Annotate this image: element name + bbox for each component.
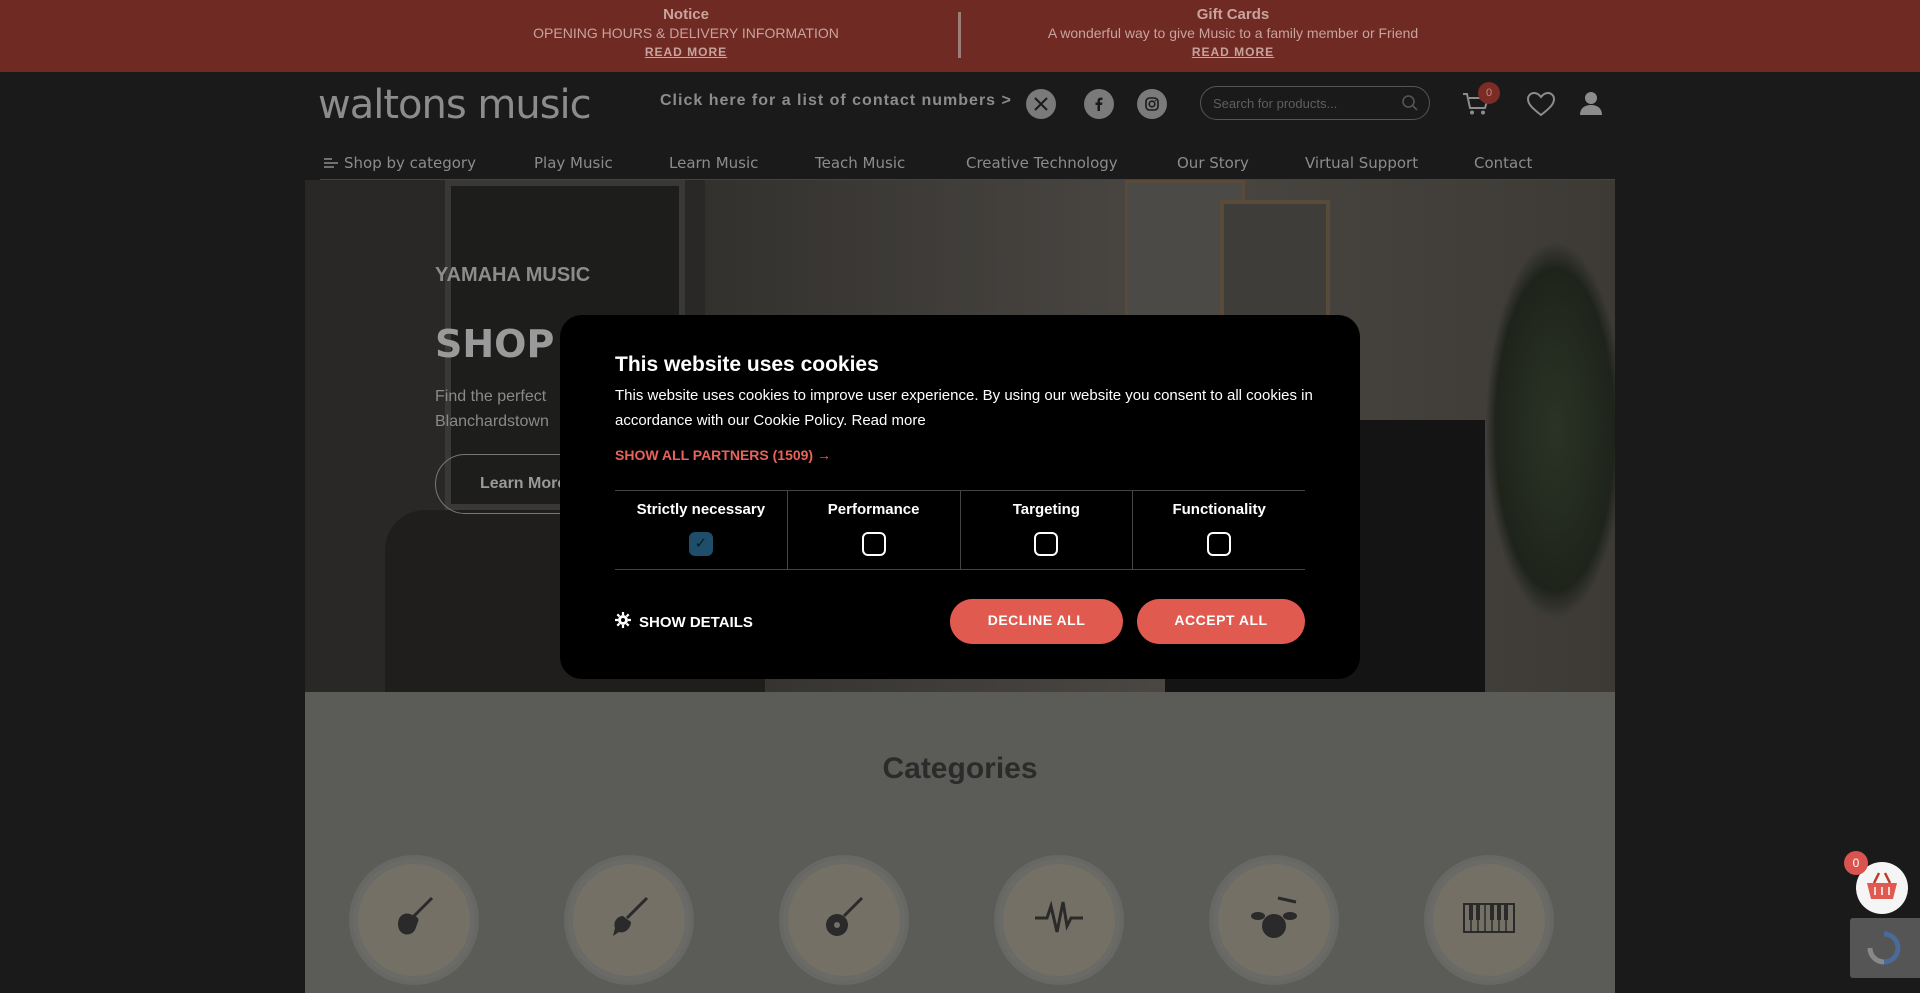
consent-label: Performance (827, 501, 920, 518)
search-input[interactable] (1201, 87, 1381, 119)
hero-text: Find the perfect Blanchardstown (435, 388, 549, 430)
x-icon[interactable] (1026, 89, 1056, 119)
site-logo[interactable]: waltons music (318, 82, 592, 128)
gear-icon (615, 612, 631, 632)
facebook-icon[interactable] (1084, 89, 1114, 119)
nav-play-music[interactable]: Play Music (534, 154, 613, 172)
drum-kit-icon (1248, 892, 1300, 949)
floating-cart-count: 0 (1844, 851, 1868, 875)
notice-divider (958, 12, 961, 58)
keyboard-icon (1463, 902, 1515, 938)
hero-plant-image (1485, 240, 1615, 620)
shopping-basket-icon (1865, 871, 1899, 906)
notice-bar: Notice OPENING HOURS & DELIVERY INFORMAT… (0, 0, 1920, 72)
consent-targeting: Targeting (961, 491, 1134, 569)
cookie-modal-title: This website uses cookies (615, 353, 879, 376)
category-audio-technology[interactable] (994, 855, 1124, 985)
nav-creative-technology[interactable]: Creative Technology (966, 154, 1118, 172)
category-bass-guitar[interactable] (564, 855, 694, 985)
recaptcha-badge[interactable] (1850, 918, 1920, 978)
decline-all-button[interactable]: DECLINE ALL (950, 599, 1123, 644)
consent-label: Functionality (1172, 501, 1266, 518)
electric-guitar-icon (390, 894, 438, 947)
categories-section: Categories (305, 692, 1615, 993)
consent-strictly-necessary: Strictly necessary ✓ (615, 491, 788, 569)
gift-cards-subtitle: A wonderful way to give Music to a famil… (1047, 25, 1419, 41)
notice-read-more-link[interactable]: READ MORE (480, 45, 892, 59)
show-details-toggle[interactable]: SHOW DETAILS (615, 612, 753, 632)
notice-gift-cards: Gift Cards A wonderful way to give Music… (1000, 6, 1466, 59)
category-acoustic-guitar[interactable] (779, 855, 909, 985)
contact-numbers-link[interactable]: Click here for a list of contact numbers… (660, 92, 1012, 110)
wishlist-heart-icon[interactable] (1526, 91, 1556, 122)
category-keyboards[interactable] (1424, 855, 1554, 985)
main-navigation: Shop by category Play Music Learn Music … (320, 148, 1615, 180)
notice-title: Notice (663, 6, 709, 23)
cookie-consent-modal: This website uses cookies This website u… (560, 315, 1360, 679)
category-electric-guitar[interactable] (349, 855, 479, 985)
search-box (1200, 86, 1430, 120)
bass-guitar-icon (605, 894, 653, 947)
consent-label: Targeting (1012, 501, 1080, 518)
cookie-consent-options: Strictly necessary ✓ Performance Targeti… (615, 490, 1305, 570)
nav-our-story[interactable]: Our Story (1177, 154, 1249, 172)
category-drums[interactable] (1209, 855, 1339, 985)
hero-title: SHOP (435, 322, 555, 366)
instagram-icon[interactable] (1137, 89, 1167, 119)
performance-checkbox[interactable] (861, 532, 886, 556)
category-menu-icon[interactable] (324, 156, 338, 174)
show-all-partners-link[interactable]: SHOW ALL PARTNERS (1509) → (615, 447, 831, 463)
strictly-necessary-checkbox[interactable]: ✓ (688, 532, 713, 556)
nav-shop-by-category[interactable]: Shop by category (344, 154, 476, 172)
categories-title: Categories (882, 752, 1038, 785)
show-details-label: SHOW DETAILS (639, 613, 753, 631)
cookie-modal-description: This website uses cookies to improve use… (615, 387, 1313, 429)
nav-learn-music[interactable]: Learn Music (669, 154, 758, 172)
recaptcha-icon (1864, 930, 1904, 971)
functionality-checkbox[interactable] (1207, 532, 1232, 556)
site-header: waltons music Click here for a list of c… (0, 72, 1920, 180)
cart-count-badge: 0 (1478, 82, 1500, 104)
gift-cards-title: Gift Cards (1196, 6, 1270, 23)
consent-label: Strictly necessary (636, 501, 766, 518)
nav-teach-music[interactable]: Teach Music (815, 154, 905, 172)
targeting-checkbox[interactable] (1034, 532, 1059, 556)
accept-all-button[interactable]: ACCEPT ALL (1137, 599, 1305, 644)
gift-cards-read-more-link[interactable]: READ MORE (1000, 45, 1466, 59)
audio-wave-icon (1033, 898, 1085, 943)
hero-brand: YAMAHA MUSIC (435, 264, 591, 286)
search-icon[interactable] (1401, 94, 1419, 117)
nav-virtual-support[interactable]: Virtual Support (1305, 154, 1418, 172)
consent-functionality: Functionality (1133, 491, 1305, 569)
nav-contact[interactable]: Contact (1474, 154, 1532, 172)
notice-opening-hours: Notice OPENING HOURS & DELIVERY INFORMAT… (480, 6, 892, 59)
acoustic-guitar-icon (820, 894, 868, 947)
account-user-icon[interactable] (1579, 90, 1603, 121)
notice-subtitle: OPENING HOURS & DELIVERY INFORMATION (533, 25, 839, 41)
consent-performance: Performance (788, 491, 961, 569)
